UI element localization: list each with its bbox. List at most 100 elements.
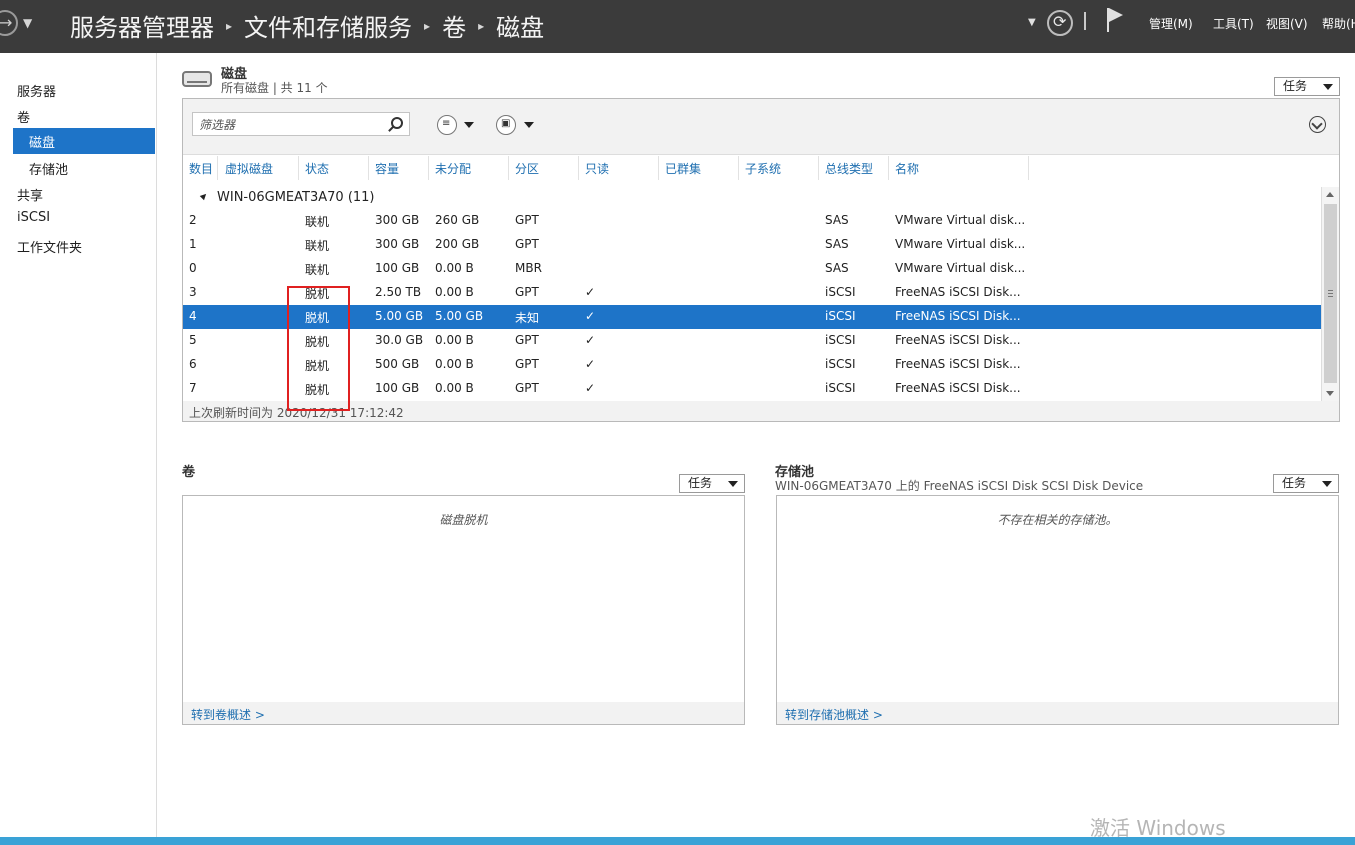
cell-bus-type: iSCSI [825,333,856,347]
tasks-label: 任务 [1283,79,1308,93]
column-header[interactable]: 数目 [189,160,213,177]
breadcrumb-item[interactable]: 文件和存储服务 [244,8,412,43]
column-header[interactable]: 子系统 [745,160,781,177]
expand-collapse-icon[interactable] [1309,116,1326,133]
sidebar-item-disks[interactable]: 磁盘 [13,128,155,154]
cell-capacity: 30.0 GB [375,333,424,347]
column-header[interactable]: 名称 [895,160,919,177]
table-row[interactable]: 6 脱机 500 GB 0.00 B GPT ✓ iSCSI FreeNAS iSCSI Di… [183,353,1321,377]
cell-name: VMware Virtual disk... [895,237,1026,251]
cell-capacity: 300 GB [375,213,420,227]
cell-bus-type: iSCSI [825,309,856,323]
chevron-down-icon[interactable] [464,122,474,128]
column-divider [888,156,889,180]
table-row[interactable]: 7 脱机 100 GB 0.00 B GPT ✓ iSCSI FreeNAS iSCSI Di… [183,377,1321,401]
breadcrumb-item[interactable]: 磁盘 [496,8,544,43]
sidebar-item-storage-pools[interactable]: 存储池 [29,159,68,178]
sidebar-item-work-folders[interactable]: 工作文件夹 [17,237,82,256]
history-dropdown-icon[interactable]: ▼ [23,16,32,30]
menu-tools[interactable]: 工具(T) [1213,15,1254,32]
column-divider [298,156,299,180]
storage-pool-tasks-button[interactable]: 任务 [1273,474,1339,493]
table-row[interactable]: 2 联机 300 GB 260 GB GPT SAS VMware Virtual disk… [183,209,1321,233]
column-header[interactable]: 状态 [305,160,329,177]
annotation-highlight-box [287,286,350,411]
column-header[interactable]: 虚拟磁盘 [225,160,273,177]
breadcrumb: 服务器管理器 ▸ 文件和存储服务 ▸ 卷 ▸ 磁盘 [70,8,544,43]
refresh-icon[interactable] [1047,10,1073,36]
chevron-down-icon[interactable]: ▼ [1028,17,1036,28]
cell-readonly: ✓ [585,357,596,371]
cell-status: 联机 [305,263,330,277]
column-header[interactable]: 已群集 [665,160,701,177]
cell-readonly: ✓ [585,381,596,395]
disks-tasks-button[interactable]: 任务 [1274,77,1340,96]
table-row[interactable]: 5 脱机 30.0 GB 0.00 B GPT ✓ iSCSI FreeNAS iSCSI D… [183,329,1321,353]
chevron-down-icon[interactable] [524,122,534,128]
tasks-label: 任务 [688,476,713,490]
column-divider [578,156,579,180]
cell-partition: GPT [515,237,539,251]
menu-view[interactable]: 视图(V) [1266,15,1308,32]
go-to-volumes-overview-link[interactable]: 转到卷概述 > [191,708,265,722]
scroll-up-icon[interactable] [1326,192,1334,197]
sidebar-item-volumes[interactable]: 卷 [17,107,30,126]
table-row[interactable]: 0 联机 100 GB 0.00 B MBR SAS VMware Virtual disk… [183,257,1321,281]
table-row[interactable]: 1 联机 300 GB 200 GB GPT SAS VMware Virtual disk… [183,233,1321,257]
column-header[interactable]: 分区 [515,160,539,177]
cell-bus-type: iSCSI [825,357,856,371]
cell-number: 0 [189,261,197,275]
column-header[interactable]: 未分配 [435,160,471,177]
column-divider [658,156,659,180]
sidebar-item-iscsi[interactable]: iSCSI [17,210,50,225]
scroll-down-icon[interactable] [1326,391,1334,396]
disks-toolbar: 筛选器 ≡ ▣ [183,99,1339,155]
go-to-storage-pools-overview-link[interactable]: 转到存储池概述 > [785,708,883,722]
volumes-footer: 转到卷概述 > [183,702,744,724]
title-bar: ▼ 服务器管理器 ▸ 文件和存储服务 ▸ 卷 ▸ 磁盘 ▼ 管理(M) 工具(T… [0,0,1355,53]
column-divider [368,156,369,180]
cell-bus-type: SAS [825,261,849,275]
sidebar-item-shares[interactable]: 共享 [17,185,43,204]
notification-flag-icon[interactable] [1105,8,1125,32]
back-icon[interactable] [0,10,18,36]
list-options-button[interactable]: ≡ [437,115,457,135]
group-label: WIN-06GMEAT3A70 (11) [217,190,375,205]
vertical-scrollbar[interactable] [1321,187,1339,401]
volumes-tasks-button[interactable]: 任务 [679,474,745,493]
list-icon: ≡ [442,118,451,129]
column-header[interactable]: 只读 [585,160,609,177]
column-divider [1028,156,1029,180]
filter-input[interactable]: 筛选器 [192,112,410,136]
column-header[interactable]: 容量 [375,160,399,177]
cell-bus-type: SAS [825,237,849,251]
menu-manage[interactable]: 管理(M) [1149,15,1193,32]
save-query-button[interactable]: ▣ [496,115,516,135]
sidebar-item-servers[interactable]: 服务器 [17,81,56,100]
cell-bus-type: iSCSI [825,381,856,395]
table-row[interactable]: 4 脱机 5.00 GB 5.00 GB 未知 ✓ iSCSI FreeNAS iSCSI D… [183,305,1321,329]
breadcrumb-item[interactable]: 卷 [442,8,466,43]
breadcrumb-item[interactable]: 服务器管理器 [70,8,214,43]
taskbar-strip [0,837,1355,845]
column-header[interactable]: 总线类型 [825,160,873,177]
cell-partition: GPT [515,213,539,227]
scrollbar-thumb[interactable] [1324,204,1337,383]
table-row[interactable]: 3 脱机 2.50 TB 0.00 B GPT ✓ iSCSI FreeNAS iSCSI D… [183,281,1321,305]
table-header: 数目 虚拟磁盘 状态 容量 未分配 分区 只读 已群集 子系统 总线类型 名称 [183,156,1339,180]
storage-pool-empty-message: 不存在相关的存储池。 [997,513,1118,527]
cell-capacity: 100 GB [375,381,420,395]
cell-name: FreeNAS iSCSI Disk... [895,357,1021,371]
search-icon[interactable] [391,117,403,129]
menu-help[interactable]: 帮助(H) [1322,15,1355,32]
cell-name: FreeNAS iSCSI Disk... [895,285,1021,299]
server-group-row[interactable]: WIN-06GMEAT3A70 (11) [199,190,375,205]
cell-partition: GPT [515,285,539,299]
cell-capacity: 5.00 GB [375,309,424,323]
last-refresh-status: 上次刷新时间为 2020/12/31 17:12:42 [183,401,1339,421]
disks-panel: 筛选器 ≡ ▣ 数目 虚拟磁盘 状态 容量 未分配 分区 只读 已群集 子系统 … [182,98,1340,422]
divider [1084,12,1086,30]
cell-capacity: 300 GB [375,237,420,251]
breadcrumb-separator-icon: ▸ [478,18,485,33]
collapse-triangle-icon[interactable] [199,191,209,201]
